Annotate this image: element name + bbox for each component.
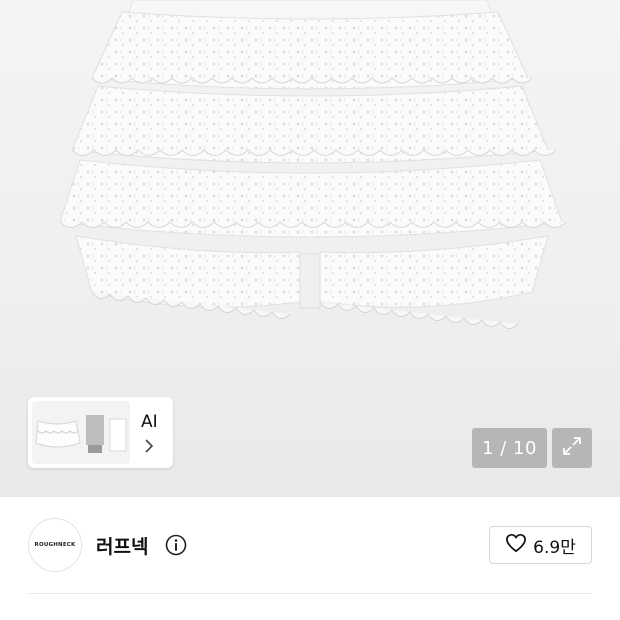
product-image-gallery[interactable]: AI 1 / 10 (0, 0, 620, 497)
brand-name[interactable]: 러프넥 (96, 532, 148, 559)
brand-logo-text: ROUGHNECK (34, 542, 76, 548)
ai-thumbnail (32, 401, 130, 464)
chevron-right-icon[interactable] (144, 438, 154, 458)
expand-button[interactable] (552, 428, 592, 468)
info-icon[interactable] (165, 534, 187, 560)
heart-icon (505, 533, 527, 557)
expand-icon (561, 435, 583, 461)
section-divider (28, 593, 592, 594)
image-counter: 1 / 10 (472, 428, 547, 468)
brand-logo[interactable]: ROUGHNECK (28, 518, 82, 572)
like-count: 6.9만 (533, 537, 576, 558)
like-button[interactable]: 6.9만 (489, 526, 592, 564)
ai-label[interactable]: AI (141, 412, 158, 432)
